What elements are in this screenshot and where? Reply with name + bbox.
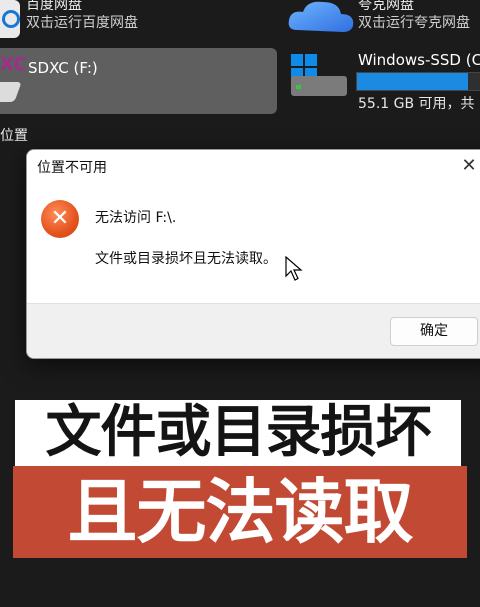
sdxc-logo: XC bbox=[0, 54, 27, 75]
quark-app-desc: 双击运行夸克网盘 bbox=[358, 15, 470, 31]
error-icon: ✕ bbox=[41, 200, 79, 238]
dialog-titlebar[interactable]: 位置不可用 ✕ bbox=[27, 150, 480, 183]
error-message-line1: 无法访问 F:\. bbox=[95, 210, 177, 226]
baidu-logo-icon bbox=[2, 10, 20, 28]
windows-ssd-label[interactable]: Windows-SSD (C bbox=[358, 51, 480, 69]
mouse-cursor-icon bbox=[285, 256, 303, 281]
caption-line1: 文件或目录损坏 bbox=[45, 400, 432, 465]
sdxc-drive-label: SDXC (F:) bbox=[28, 59, 98, 77]
caption-line2: 且无法读取 bbox=[67, 471, 414, 553]
disk-free-space: 55.1 GB 可用，共 bbox=[358, 96, 475, 112]
location-unavailable-dialog: 位置不可用 ✕ ✕ 无法访问 F:\. 文件或目录损坏且无法读取。 确定 bbox=[26, 149, 480, 359]
close-icon[interactable]: ✕ bbox=[455, 154, 480, 178]
dialog-body bbox=[27, 183, 480, 303]
location-label: 位置 bbox=[0, 128, 28, 144]
dialog-title: 位置不可用 bbox=[37, 160, 107, 176]
disk-usage-fill bbox=[357, 73, 468, 90]
ok-button[interactable]: 确定 bbox=[390, 317, 478, 346]
drive-activity-light bbox=[296, 85, 301, 89]
error-message-line2: 文件或目录损坏且无法读取。 bbox=[95, 251, 277, 267]
baidu-netdisk-app-icon[interactable] bbox=[0, 0, 20, 38]
sdxc-drive-tile[interactable] bbox=[0, 48, 277, 114]
quark-cloud-icon[interactable] bbox=[287, 0, 357, 34]
baidu-app-desc: 双击运行百度网盘 bbox=[26, 15, 138, 31]
